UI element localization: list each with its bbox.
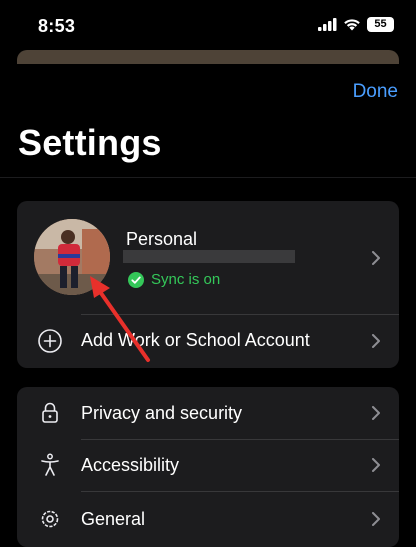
wifi-icon [344, 19, 360, 31]
cellular-signal-icon [318, 18, 337, 31]
background-sheet-edge [17, 50, 399, 64]
checkmark-circle-icon [128, 271, 144, 288]
chevron-right-icon [372, 334, 380, 348]
status-time: 8:53 [38, 16, 76, 36]
done-button[interactable]: Done [353, 81, 398, 103]
chevron-right-icon [372, 458, 380, 472]
personal-account-row[interactable]: Personal Sync is on [17, 201, 399, 314]
status-icons: 55 [318, 17, 394, 32]
settings-row-general[interactable]: General [17, 491, 399, 543]
page-title: Settings [18, 122, 162, 163]
account-name: Personal [126, 229, 198, 249]
settings-list-card: Privacy and security Accessibility Gener… [17, 387, 399, 547]
avatar [34, 219, 110, 295]
chevron-right-icon [372, 406, 380, 420]
add-work-account-label: Add Work or School Account [81, 330, 310, 350]
settings-row-label: General [81, 509, 146, 529]
status-bar: 8:53 55 [0, 0, 416, 52]
chevron-right-icon [372, 512, 380, 526]
battery-indicator: 55 [367, 17, 394, 32]
sync-status-text: Sync is on [151, 271, 221, 288]
chevron-right-icon [372, 251, 380, 265]
accessibility-icon [41, 453, 59, 476]
settings-row-privacy[interactable]: Privacy and security [17, 387, 399, 439]
header-divider [0, 177, 416, 178]
settings-row-accessibility[interactable]: Accessibility [17, 439, 399, 491]
sync-status: Sync is on [128, 271, 220, 288]
lock-icon [42, 402, 58, 423]
account-card: Personal Sync is on Add Work or School A… [17, 201, 399, 368]
settings-row-label: Accessibility [81, 455, 180, 475]
add-work-account-row[interactable]: Add Work or School Account [17, 314, 399, 368]
gear-icon [41, 510, 59, 528]
add-circle-icon [38, 329, 62, 353]
settings-row-label: Privacy and security [81, 403, 243, 423]
redacted-email [123, 250, 295, 263]
